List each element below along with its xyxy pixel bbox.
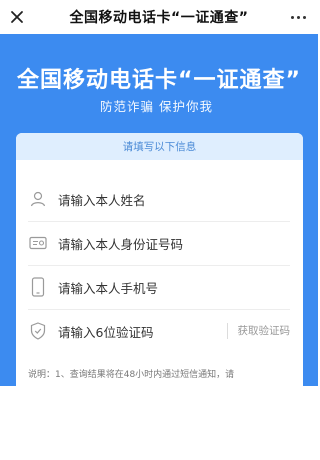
title-bar: 全国移动电话卡“一证通查” (0, 0, 318, 34)
page-bottom (0, 386, 318, 460)
id-input-placeholder: 请输入本人身份证号码 (58, 236, 184, 252)
get-code-button[interactable]: 获取验证码 (226, 323, 290, 339)
name-field[interactable]: 请输入本人姓名 (28, 177, 290, 222)
more-icon (290, 15, 294, 19)
form-card: 请填写以下信息 请输入本人姓名 请输入本人身份证号码 请输入本人手机号 请输入6… (16, 133, 303, 393)
hero-subtitle: 防范诈骗 保护你我 (100, 99, 213, 114)
phone-input-placeholder: 请输入本人手机号 (58, 280, 159, 296)
phone-icon (28, 277, 48, 297)
name-input-placeholder: 请输入本人姓名 (58, 192, 146, 208)
code-field[interactable]: 请输入6位验证码 获取验证码 (28, 309, 290, 353)
id-number-field[interactable]: 请输入本人身份证号码 (28, 221, 290, 266)
more-button[interactable] (286, 6, 310, 28)
hero-title: 全国移动电话卡“一证通查” (17, 68, 301, 93)
phone-field[interactable]: 请输入本人手机号 (28, 265, 290, 310)
user-icon (28, 189, 48, 209)
form-header: 请填写以下信息 (16, 133, 303, 160)
note-text: 说明：1、查询结果将在48小时内通过短信通知，请 (28, 370, 235, 380)
shield-icon (28, 321, 48, 341)
close-button[interactable] (6, 6, 28, 28)
id-card-icon (28, 233, 48, 253)
close-icon (11, 11, 23, 23)
page-title: 全国移动电话卡“一证通查” (69, 10, 249, 26)
code-input-placeholder: 请输入6位验证码 (58, 324, 154, 340)
